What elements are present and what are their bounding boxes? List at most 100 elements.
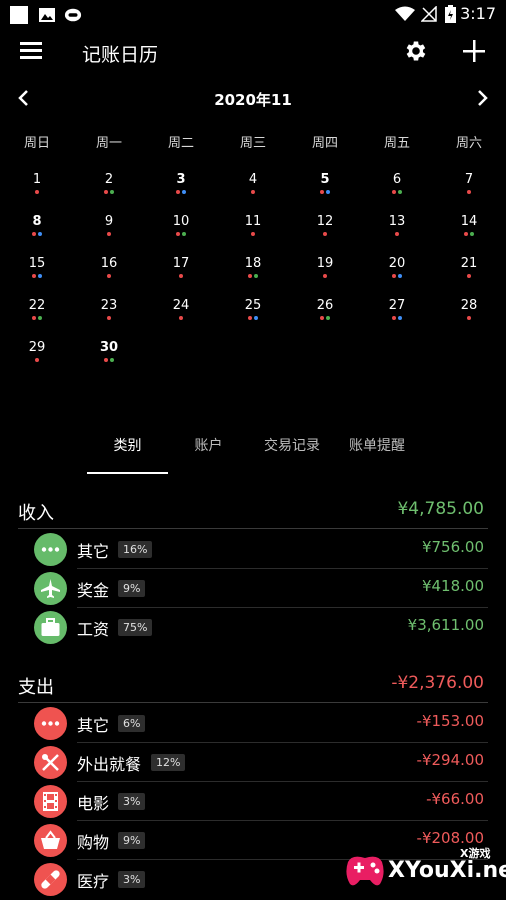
transaction-dots [289,316,361,321]
expense-row[interactable]: 电影 3% -¥66.00 [0,782,506,821]
calendar-day[interactable]: 21 [433,256,505,296]
income-row[interactable]: 工资 75% ¥3,611.00 [0,608,506,647]
expense-dot [35,190,39,194]
cloud-icon [64,8,82,22]
transaction-dots [1,232,73,237]
income-dot [38,316,42,320]
add-icon[interactable] [461,38,487,64]
category-amount: -¥66.00 [426,790,484,808]
tab-account[interactable]: 账户 [168,430,249,474]
transaction-dots [433,190,505,195]
transaction-dots [361,232,433,237]
briefcase-icon [34,611,67,644]
transaction-dots [289,190,361,195]
calendar-day[interactable]: 27 [361,298,433,338]
expense-dot [248,274,252,278]
day-number: 22 [28,298,46,313]
weekday-label: 周日 [23,136,50,151]
day-number: 5 [320,172,330,187]
expense-row[interactable]: 其它 6% -¥153.00 [0,704,506,743]
expense-dot [176,232,180,236]
calendar-day[interactable]: 15 [1,256,73,296]
calendar-day[interactable]: 30 [73,340,145,380]
calendar-day[interactable]: 13 [361,214,433,254]
bandage-icon [34,863,67,896]
gear-icon[interactable] [403,38,429,64]
basket-icon [34,824,67,857]
expense-total: -¥2,376.00 [391,673,484,693]
expense-dot [467,274,471,278]
tab-transactions[interactable]: 交易记录 [249,430,335,474]
menu-icon[interactable] [20,42,42,60]
calendar-day[interactable]: 7 [433,172,505,212]
calendar-day[interactable]: 14 [433,214,505,254]
calendar-day[interactable]: 26 [289,298,361,338]
expense-dot [251,190,255,194]
calendar-day[interactable]: 1 [1,172,73,212]
category-amount: ¥3,611.00 [407,616,484,634]
day-number: 30 [99,340,119,355]
transaction-dots [145,316,217,321]
calendar-day[interactable]: 3 [145,172,217,212]
calendar-day[interactable]: 29 [1,340,73,380]
gamepad-logo-icon [346,856,384,886]
calendar-day[interactable]: 24 [145,298,217,338]
chevron-right-icon[interactable] [474,88,490,108]
tab-category[interactable]: 类别 [87,430,168,474]
expense-dot [392,190,396,194]
calendar-day[interactable]: 2 [73,172,145,212]
expense-dot [32,316,36,320]
calendar-day[interactable]: 18 [217,256,289,296]
calendar-day[interactable]: 12 [289,214,361,254]
percent-badge: 6% [118,715,146,732]
calendar-grid: 1 2 3 4 5 6 7 8 9 10 11 12 13 14 15 16 17 18 19 20 21 22 23 24 2… [0,172,506,382]
weekday-label: 周五 [383,136,410,151]
more-icon [34,533,67,566]
calendar-day[interactable]: 17 [145,256,217,296]
transfer-dot [38,232,42,236]
calendar-day[interactable]: 10 [145,214,217,254]
day-number: 7 [464,172,474,187]
day-number: 24 [172,298,190,313]
income-row[interactable]: 奖金 9% ¥418.00 [0,569,506,608]
calendar-day[interactable]: 19 [289,256,361,296]
day-number: 13 [388,214,406,229]
divider [18,702,488,703]
income-dot [110,190,114,194]
day-number: 29 [28,340,46,355]
transaction-dots [361,190,433,195]
percent-badge: 3% [118,793,146,810]
month-navigation: 2020年11 [0,84,506,114]
day-number: 26 [316,298,334,313]
expense-dot [467,190,471,194]
calendar-day[interactable]: 22 [1,298,73,338]
income-total: ¥4,785.00 [397,499,484,519]
expense-dot [107,316,111,320]
transaction-dots [1,316,73,321]
calendar-day[interactable]: 16 [73,256,145,296]
calendar-day[interactable]: 4 [217,172,289,212]
day-number: 12 [316,214,334,229]
income-row[interactable]: 其它 16% ¥756.00 [0,530,506,569]
expense-dot [176,190,180,194]
expense-dot [248,316,252,320]
calendar-day[interactable]: 20 [361,256,433,296]
calendar-day[interactable]: 28 [433,298,505,338]
calendar-day[interactable]: 6 [361,172,433,212]
calendar-day[interactable]: 25 [217,298,289,338]
calendar-day[interactable]: 8 [1,214,73,254]
category-name: 工资 [77,620,110,639]
income-dot [398,190,402,194]
calendar-day[interactable]: 23 [73,298,145,338]
calendar-day[interactable]: 11 [217,214,289,254]
weekday-label: 周六 [455,136,482,151]
app-bar: 记账日历 [0,28,506,76]
expense-row[interactable]: 外出就餐 12% -¥294.00 [0,743,506,782]
day-number: 23 [100,298,118,313]
expense-dot [323,232,327,236]
notification-square-icon [10,6,28,24]
expense-section-header: 支出 -¥2,376.00 [0,671,506,701]
calendar-day[interactable]: 9 [73,214,145,254]
tab-bill-reminder[interactable]: 账单提醒 [335,430,419,474]
calendar-day[interactable]: 5 [289,172,361,212]
